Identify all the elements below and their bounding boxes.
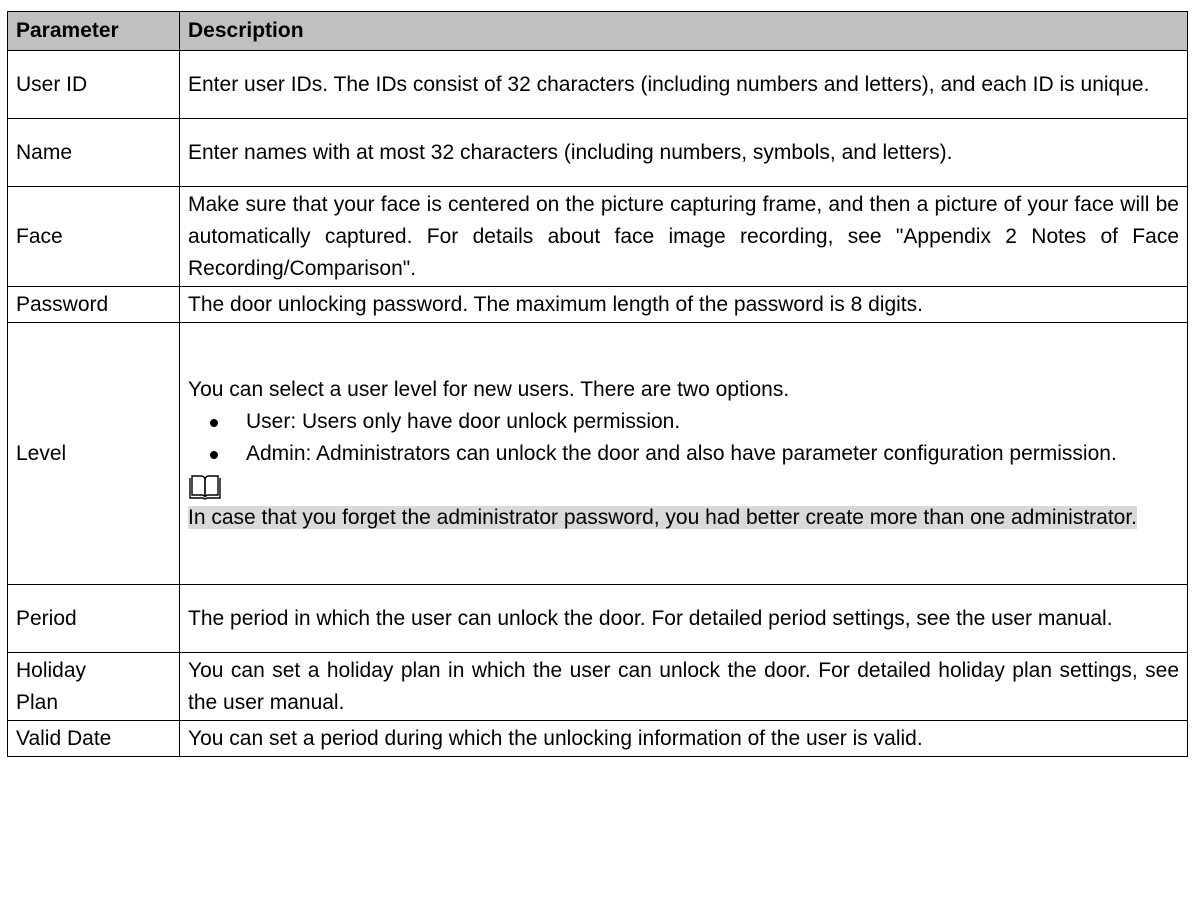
param-name-line1: Holiday [16,658,87,682]
description-text: The door unlocking password. The maximum… [188,292,923,316]
table-row: Name Enter names with at most 32 charact… [7,118,1188,187]
param-name: Period [7,584,180,653]
param-description: Make sure that your face is centered on … [179,186,1188,287]
param-description: The door unlocking password. The maximum… [179,286,1188,323]
description-text: Enter user IDs. The IDs consist of 32 ch… [188,72,1150,96]
book-note-icon [189,474,221,500]
param-name: User ID [7,50,180,119]
table-row: Valid Date You can set a period during w… [7,720,1188,757]
description-text: Make sure that your face is centered on … [188,192,1179,280]
bullet-icon [210,450,218,459]
param-description: Enter user IDs. The IDs consist of 32 ch… [179,50,1188,119]
param-name: Level [7,322,180,585]
header-description: Description [179,11,1188,51]
param-description: The period in which the user can unlock … [179,584,1188,653]
bullet-icon [210,418,218,427]
list-item-text: User: Users only have door unlock permis… [246,409,681,433]
param-name: Holiday Plan [7,652,180,721]
param-name: Face [7,186,180,287]
table-header-row: Parameter Description [7,11,1188,51]
description-text: Enter names with at most 32 characters (… [188,140,953,164]
table-row: Holiday Plan You can set a holiday plan … [7,652,1188,721]
table-row: Password The door unlocking password. Th… [7,286,1188,323]
param-name: Password [7,286,180,323]
list-item: Admin: Administrators can unlock the doo… [188,438,1179,470]
param-name: Name [7,118,180,187]
param-name: Valid Date [7,720,180,757]
header-parameter: Parameter [7,11,180,51]
param-description: Enter names with at most 32 characters (… [179,118,1188,187]
table-row: Level You can select a user level for ne… [7,322,1188,585]
description-text: The period in which the user can unlock … [188,606,1113,630]
table-row: Face Make sure that your face is centere… [7,186,1188,287]
list-item-text: Admin: Administrators can unlock the doo… [246,441,1117,465]
description-text: You can select a user level for new user… [188,377,790,401]
parameter-table: Parameter Description User ID Enter user… [7,11,1188,757]
param-name-line2: Plan [16,690,59,714]
param-description: You can set a period during which the un… [179,720,1188,757]
description-text: You can set a holiday plan in which the … [188,658,1179,714]
table-row: Period The period in which the user can … [7,584,1188,653]
note-text: In case that you forget the administrato… [188,505,1138,529]
param-description: You can select a user level for new user… [179,322,1188,585]
table-row: User ID Enter user IDs. The IDs consist … [7,50,1188,119]
description-text: You can set a period during which the un… [188,726,923,750]
list-item: User: Users only have door unlock permis… [188,406,1179,438]
param-description: You can set a holiday plan in which the … [179,652,1188,721]
